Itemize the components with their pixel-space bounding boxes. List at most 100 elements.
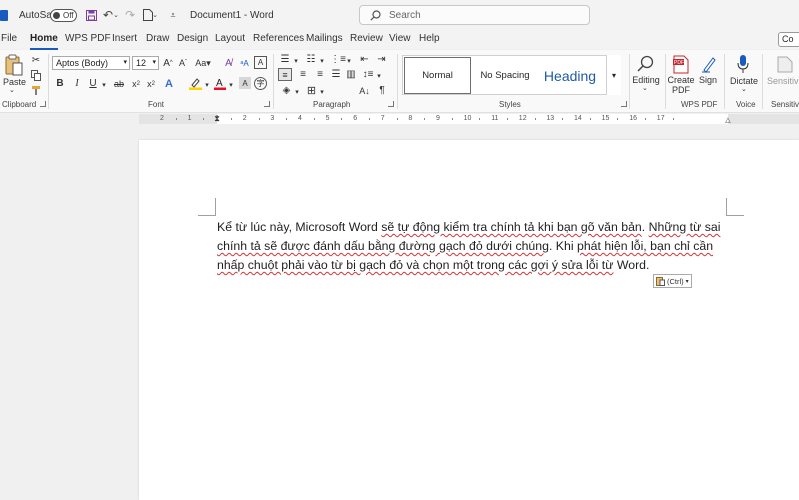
multilevel-icon[interactable]: ⋮≡ <box>330 53 346 66</box>
sign-label[interactable]: Sign <box>697 75 719 85</box>
create-pdf-icon[interactable]: PDF <box>672 54 690 74</box>
tab-view[interactable]: View <box>389 33 411 49</box>
align-center-icon[interactable]: ≡ <box>296 68 310 81</box>
tab-wps-pdf[interactable]: WPS PDF <box>65 33 111 49</box>
comments-button[interactable]: Co <box>778 32 799 47</box>
line-spacing-dropdown-icon[interactable]: ▾ <box>376 69 382 82</box>
superscript-icon[interactable]: x2 <box>145 77 157 90</box>
shading-icon[interactable]: ◈ <box>280 84 293 97</box>
sensitivity-icon[interactable] <box>776 54 794 74</box>
create-pdf-label[interactable]: Create PDF <box>667 75 695 95</box>
tab-draw[interactable]: Draw <box>146 33 169 49</box>
misspelled-text[interactable]: phát hiện lỗi, bạn chỉ cần <box>577 239 713 253</box>
tab-mailings[interactable]: Mailings <box>306 33 343 49</box>
clipboard-launcher-icon[interactable] <box>40 101 46 107</box>
tab-references[interactable]: References <box>253 33 304 49</box>
style-heading[interactable]: Heading <box>539 57 601 94</box>
align-right-icon[interactable]: ≡ <box>313 68 327 81</box>
style-normal[interactable]: Normal <box>404 57 471 94</box>
styles-more-icon[interactable]: ▾ <box>606 55 621 95</box>
bold-icon[interactable]: B <box>55 77 65 90</box>
enclose-characters-icon[interactable]: 字 <box>254 77 267 90</box>
character-border-icon[interactable]: A <box>254 56 267 69</box>
line-spacing-icon[interactable]: ↕≡ <box>361 68 375 81</box>
misspelled-text[interactable]: sẽ tự động kiểm tra chính tả khi bạn gõ … <box>381 220 641 234</box>
columns-icon[interactable]: ▥ <box>344 68 358 81</box>
customize-icon[interactable]: ⩡ <box>166 8 180 22</box>
pilcrow-icon[interactable]: ¶ <box>376 84 388 97</box>
grow-font-icon[interactable]: A ^ <box>162 56 174 70</box>
undo-dropdown-icon[interactable]: ⌄ <box>113 8 119 22</box>
microphone-icon[interactable] <box>735 53 751 75</box>
highlight-dropdown-icon[interactable]: ▾ <box>204 78 210 91</box>
underline-icon[interactable]: U <box>88 77 98 90</box>
clear-formatting-icon[interactable]: A̸ <box>222 56 235 70</box>
paste-options-button[interactable]: (Ctrl) ▾ <box>653 274 692 288</box>
font-size-dropdown[interactable]: 12 ▾ <box>132 56 159 70</box>
document-page[interactable] <box>139 140 799 500</box>
align-left-icon[interactable]: ≡ <box>278 68 292 81</box>
numbering-icon[interactable]: ☷ <box>304 53 318 66</box>
character-shading-icon[interactable]: A <box>239 77 251 89</box>
tab-help[interactable]: Help <box>419 33 440 49</box>
svg-text:PDF: PDF <box>674 60 684 66</box>
document-title: Document1 - Word <box>190 10 274 21</box>
paste-icon[interactable] <box>4 53 24 77</box>
sort-icon[interactable]: A↓ <box>358 84 371 97</box>
tab-layout[interactable]: Layout <box>215 33 245 49</box>
ruler-tick <box>175 118 177 120</box>
font-color-icon[interactable]: A <box>213 77 226 90</box>
find-icon[interactable] <box>636 54 656 74</box>
sensitivity-label[interactable]: Sensitivi <box>767 76 799 86</box>
tab-design[interactable]: Design <box>177 33 208 49</box>
misspelled-text[interactable]: Những từ sai <box>649 220 721 234</box>
underline-dropdown-icon[interactable]: ▾ <box>101 78 107 91</box>
style-no-spacing[interactable]: No Spacing <box>473 57 537 94</box>
right-indent-marker-icon[interactable]: △ <box>724 115 732 125</box>
copy-icon[interactable] <box>30 69 42 81</box>
paragraph-launcher-icon[interactable] <box>388 101 394 107</box>
multilevel-dropdown-icon[interactable]: ▾ <box>346 54 352 67</box>
tab-file[interactable]: File <box>1 33 17 49</box>
font-launcher-icon[interactable] <box>264 101 270 107</box>
sign-icon[interactable] <box>700 54 718 74</box>
cut-icon[interactable]: ✂ <box>30 54 42 66</box>
styles-group-label: Styles <box>499 100 521 109</box>
subscript-icon[interactable]: x2 <box>130 77 142 90</box>
autosave-toggle[interactable]: Off <box>50 9 77 22</box>
decrease-indent-icon[interactable]: ⇤ <box>358 53 371 66</box>
dictate-dropdown-icon[interactable]: ⌄ <box>741 85 747 93</box>
italic-icon[interactable]: I <box>72 77 82 90</box>
search-box[interactable]: Search <box>359 5 590 25</box>
shading-dropdown-icon[interactable]: ▾ <box>294 85 300 98</box>
misspelled-text[interactable]: chính tả sẽ được đánh dấu bằng đường gạc… <box>217 239 549 253</box>
misspelled-text[interactable]: nhấp chuột phải vào từ bị gạch đỏ và chọ… <box>217 258 613 272</box>
editing-dropdown-icon[interactable]: ⌄ <box>642 84 648 92</box>
new-doc-dropdown-icon[interactable]: ⌄ <box>152 8 158 22</box>
format-painter-icon[interactable] <box>30 84 42 96</box>
horizontal-ruler[interactable]: ⧗ △ 2 1 1 2 3 4 5 6 7 8 9 10 11 12 13 14 15 16 17 <box>0 113 799 125</box>
tab-home[interactable]: Home <box>30 33 58 50</box>
borders-icon[interactable]: ⊞ <box>305 84 318 97</box>
paste-dropdown-icon[interactable]: ⌄ <box>9 86 15 94</box>
highlight-icon[interactable] <box>188 77 202 90</box>
increase-indent-icon[interactable]: ⇥ <box>375 53 388 66</box>
shrink-font-icon[interactable]: Aˇ <box>177 56 189 70</box>
save-icon[interactable] <box>84 8 98 22</box>
borders-dropdown-icon[interactable]: ▾ <box>319 85 325 98</box>
numbering-dropdown-icon[interactable]: ▾ <box>319 54 325 67</box>
tab-review[interactable]: Review <box>350 33 383 49</box>
phonetic-guide-icon[interactable]: ᵃA <box>238 56 251 70</box>
justify-icon[interactable]: ☰ <box>329 68 343 81</box>
styles-launcher-icon[interactable] <box>621 101 627 107</box>
change-case-icon[interactable]: Aa▾ <box>195 56 211 70</box>
bullets-icon[interactable]: ☰ <box>278 53 292 66</box>
font-color-dropdown-icon[interactable]: ▾ <box>228 78 234 91</box>
document-text[interactable]: Kể từ lúc này, Microsoft Word sẽ tự động… <box>217 218 729 275</box>
font-name-dropdown[interactable]: Aptos (Body) ▾ <box>52 56 130 70</box>
bullets-dropdown-icon[interactable]: ▾ <box>293 54 299 67</box>
text-effects-icon[interactable]: A <box>162 77 176 90</box>
tab-insert[interactable]: Insert <box>112 33 137 49</box>
strikethrough-icon[interactable]: ab <box>112 77 126 90</box>
redo-icon[interactable]: ↷ <box>123 8 137 22</box>
